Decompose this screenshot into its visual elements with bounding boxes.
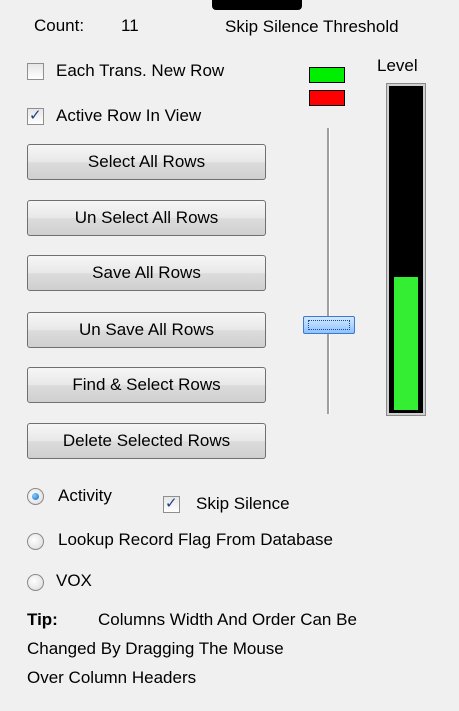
unselect-all-rows-button[interactable]: Un Select All Rows	[27, 200, 266, 236]
active-row-checkbox[interactable]	[27, 106, 44, 125]
level-meter-fill	[394, 277, 418, 410]
count-label: Count:	[34, 16, 85, 35]
tip-line-3: Over Column Headers	[27, 668, 197, 687]
each-trans-label: Each Trans. New Row	[56, 61, 225, 80]
vox-label: VOX	[56, 571, 92, 590]
activity-radio[interactable]	[27, 488, 44, 505]
threshold-slider-track	[327, 128, 330, 414]
unsave-all-rows-button[interactable]: Un Save All Rows	[27, 312, 266, 348]
select-all-rows-button[interactable]: Select All Rows	[27, 144, 266, 180]
find-select-rows-button[interactable]: Find & Select Rows	[27, 367, 266, 403]
skip-silence-label: Skip Silence	[196, 494, 290, 513]
threshold-slider-thumb[interactable]	[303, 316, 355, 334]
green-indicator	[309, 67, 345, 83]
save-all-rows-button[interactable]: Save All Rows	[27, 255, 266, 291]
count-value: 11	[121, 16, 139, 35]
red-indicator	[309, 90, 345, 106]
control-panel: Count: 11 Skip Silence Threshold Level E…	[0, 0, 459, 711]
delete-selected-rows-button[interactable]: Delete Selected Rows	[27, 423, 266, 459]
vox-radio[interactable]	[27, 574, 44, 591]
tip-line-2: Changed By Dragging The Mouse	[27, 639, 284, 658]
header-fragment	[212, 0, 302, 10]
skip-silence-checkbox[interactable]	[163, 494, 180, 513]
tip-line-1: Columns Width And Order Can Be	[98, 610, 357, 629]
level-label: Level	[377, 56, 418, 75]
active-row-label: Active Row In View	[56, 106, 202, 125]
threshold-label: Skip Silence Threshold	[225, 17, 399, 36]
each-trans-checkbox[interactable]	[27, 63, 44, 80]
tip-label: Tip:	[27, 610, 58, 629]
level-meter	[386, 83, 426, 416]
lookup-radio[interactable]	[27, 533, 44, 550]
lookup-label: Lookup Record Flag From Database	[58, 530, 333, 549]
activity-label: Activity	[58, 486, 112, 505]
